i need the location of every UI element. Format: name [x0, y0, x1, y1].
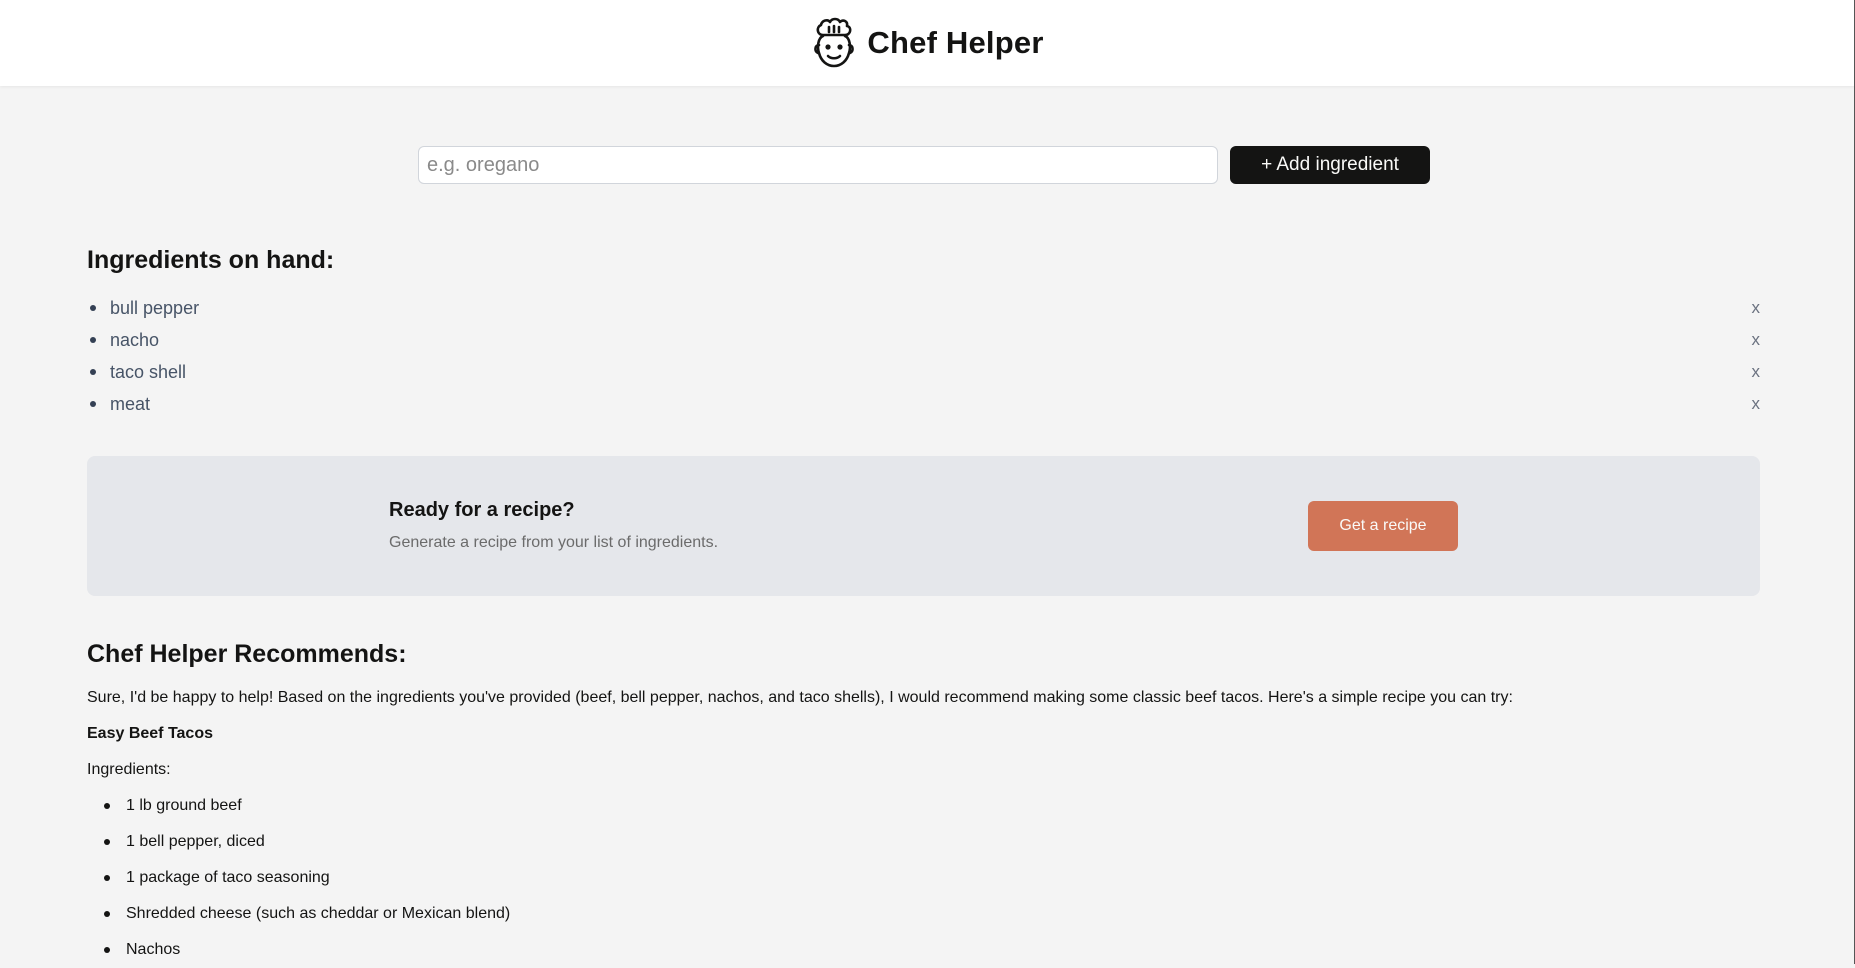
remove-ingredient-button[interactable]: x: [1752, 394, 1761, 414]
bullet-icon: [104, 803, 110, 809]
ingredient-item: meat x: [87, 388, 1764, 420]
bullet-icon: [104, 875, 110, 881]
recipe-ingredient-item: Nachos: [87, 932, 1767, 968]
bullet-icon: [104, 839, 110, 845]
bullet-icon: [90, 369, 96, 375]
bullet-icon: [90, 305, 96, 311]
get-recipe-panel: Ready for a recipe? Generate a recipe fr…: [87, 456, 1760, 596]
remove-ingredient-button[interactable]: x: [1752, 362, 1761, 382]
ingredient-name: nacho: [110, 329, 160, 350]
ingredient-name: bull pepper: [110, 297, 200, 318]
add-ingredient-form: + Add ingredient: [418, 146, 1430, 184]
recommendation-heading: Chef Helper Recommends:: [87, 640, 407, 668]
bullet-icon: [104, 947, 110, 953]
recipe-content: Sure, I'd be happy to help! Based on the…: [87, 680, 1767, 968]
recipe-ingredients-heading: Ingredients:: [87, 761, 171, 778]
chef-face-icon: [814, 17, 855, 68]
bullet-icon: [104, 911, 110, 917]
ingredient-item: bull pepper x: [87, 292, 1764, 324]
ingredient-input[interactable]: [418, 146, 1218, 184]
ingredient-name: taco shell: [110, 361, 187, 382]
bullet-icon: [90, 401, 96, 407]
recipe-name: Easy Beef Tacos: [87, 725, 213, 742]
cta-title: Ready for a recipe?: [389, 499, 575, 521]
recipe-ingredients-list: 1 lb ground beef 1 bell pepper, diced 1 …: [87, 788, 1767, 968]
remove-ingredient-button[interactable]: x: [1752, 330, 1761, 350]
recipe-ingredient-item: 1 bell pepper, diced: [87, 824, 1767, 860]
ingredients-list: bull pepper x nacho x taco shell x meat …: [87, 292, 1764, 420]
add-ingredient-button[interactable]: + Add ingredient: [1230, 146, 1430, 184]
remove-ingredient-button[interactable]: x: [1752, 298, 1761, 318]
cta-subtitle: Generate a recipe from your list of ingr…: [389, 534, 719, 551]
ingredients-heading: Ingredients on hand:: [87, 246, 335, 274]
bullet-icon: [90, 337, 96, 343]
recipe-ingredient-item: 1 lb ground beef: [87, 788, 1767, 824]
recipe-ingredient-item: 1 package of taco seasoning: [87, 860, 1767, 896]
ingredient-item: taco shell x: [87, 356, 1764, 388]
recipe-ingredient-item: Shredded cheese (such as cheddar or Mexi…: [87, 896, 1767, 932]
ingredient-name: meat: [110, 393, 151, 414]
app-title: Chef Helper: [867, 25, 1044, 60]
recipe-intro: Sure, I'd be happy to help! Based on the…: [87, 689, 1513, 706]
app-header: Chef Helper: [0, 0, 1855, 86]
get-recipe-button[interactable]: Get a recipe: [1308, 501, 1458, 551]
ingredient-item: nacho x: [87, 324, 1764, 356]
